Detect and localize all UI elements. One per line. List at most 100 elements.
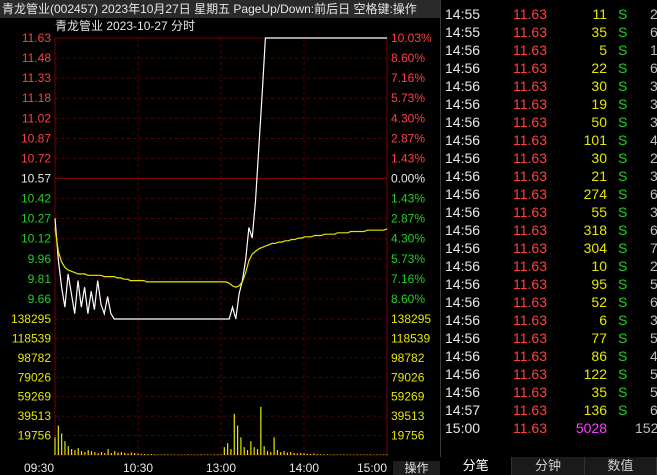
price-tick-label: 10.72	[21, 151, 51, 165]
tick-volume: 318	[583, 222, 607, 238]
vol-tick-label-right: 118539	[391, 331, 430, 345]
intraday-chart[interactable]: 青龙管业 2023-10-27 分时 11.63 10.03% 11.48 8.60% 1…	[0, 18, 440, 475]
tick-side: S	[618, 204, 628, 220]
vol-tick-label-right: 19756	[391, 429, 425, 443]
tick-time: 14:56	[445, 312, 481, 328]
price-tick-label: 11.63	[22, 31, 51, 45]
tab-caozuo[interactable]: 操作	[393, 461, 440, 475]
price-tick-label: 11.02	[22, 111, 51, 125]
tick-count: 5	[650, 384, 657, 400]
tick-volume: 5	[599, 42, 607, 58]
tick-time: 14:56	[445, 204, 481, 220]
vol-tick-label-left: 59269	[18, 390, 52, 404]
tick-volume: 55	[591, 204, 607, 220]
tick-volume: 22	[591, 60, 607, 76]
tick-price: 11.63	[513, 60, 547, 76]
tick-price: 11.63	[513, 96, 547, 112]
tick-time: 14:56	[445, 384, 481, 400]
tick-side: S	[618, 240, 628, 256]
tick-time: 14:55	[445, 24, 481, 40]
tick-time: 14:56	[445, 222, 481, 238]
tick-time: 14:56	[445, 42, 481, 58]
tick-side: S	[618, 78, 628, 94]
pct-tick-label: 4.30%	[391, 232, 425, 246]
tick-side: S	[618, 42, 628, 58]
price-tick-label: 10.27	[21, 212, 51, 226]
tick-side: S	[618, 276, 628, 292]
pct-tick-label: 1.43%	[391, 151, 425, 165]
tick-price: 11.63	[513, 168, 547, 184]
bottom-tabs: 分笔 分钟 数值	[440, 457, 657, 475]
tick-volume: 5028	[575, 420, 607, 436]
tick-time: 14:56	[445, 132, 481, 148]
tick-volume: 50	[591, 114, 607, 130]
tick-volume: 136	[583, 402, 607, 418]
tick-price: 11.63	[513, 150, 547, 166]
tick-price: 11.63	[513, 420, 547, 436]
tick-count: 2	[650, 150, 657, 166]
vol-tick-label-right: 138295	[391, 312, 431, 326]
tick-time: 14:56	[445, 186, 481, 202]
vol-tick-label-left: 19756	[18, 429, 52, 443]
tick-list: 14:55 11.63 11 S 2 14:55 11.63 35 S 6 14:56 11.63 5 S…	[440, 0, 657, 475]
tick-count: 3	[650, 204, 657, 220]
tab-fenzhong[interactable]: 分钟	[512, 457, 585, 475]
pct-tick-label: 1.43%	[391, 192, 425, 206]
tick-time: 15:00	[445, 420, 481, 436]
tab-fenbi[interactable]: 分笔	[440, 457, 513, 475]
tick-time: 14:56	[445, 366, 481, 382]
tick-side: S	[618, 312, 628, 328]
tick-time: 14:56	[445, 150, 481, 166]
tick-side: S	[618, 222, 628, 238]
tick-price: 11.63	[513, 258, 547, 274]
tick-count: 4	[650, 132, 657, 148]
tick-count: 2	[650, 6, 657, 22]
pct-tick-label: 2.87%	[391, 131, 425, 145]
tick-volume: 274	[583, 186, 607, 202]
tick-time: 14:56	[445, 78, 481, 94]
tick-volume: 35	[591, 24, 607, 40]
tick-time: 14:56	[445, 60, 481, 76]
tick-price: 11.63	[513, 6, 547, 22]
tick-count: 6	[650, 294, 657, 310]
tick-time: 14:56	[445, 168, 481, 184]
tick-time: 14:56	[445, 276, 481, 292]
tick-side: S	[618, 60, 628, 76]
vol-tick-label-right: 39513	[391, 409, 425, 423]
tick-price: 11.63	[513, 330, 547, 346]
tick-side: S	[618, 150, 628, 166]
window-titlebar: 青龙管业(002457) 2023年10月27日 星期五 PageUp/Down…	[0, 0, 440, 18]
tick-side: S	[618, 186, 628, 202]
tick-volume: 35	[591, 384, 607, 400]
pct-tick-label: 7.16%	[391, 272, 425, 286]
tick-price: 11.63	[513, 42, 547, 58]
tick-price: 11.63	[513, 366, 547, 382]
tick-volume: 21	[591, 168, 607, 184]
tab-shuju[interactable]: 数值	[585, 457, 657, 475]
tick-volume: 304	[583, 240, 607, 256]
pct-tick-label: 2.87%	[391, 212, 425, 226]
tick-volume: 95	[591, 276, 607, 292]
tick-side: S	[618, 114, 628, 130]
price-tick-label: 10.12	[21, 232, 51, 246]
tick-volume: 30	[591, 150, 607, 166]
tick-price: 11.63	[513, 294, 547, 310]
tick-volume: 11	[592, 6, 607, 22]
pct-tick-label: 5.73%	[391, 252, 425, 266]
price-tick-label: 10.57	[21, 172, 51, 186]
price-tick-label: 9.96	[28, 252, 52, 266]
vol-tick-label-left: 98782	[18, 351, 52, 365]
tick-volume: 86	[591, 348, 607, 364]
tick-price: 11.63	[513, 114, 547, 130]
tick-side: S	[618, 24, 628, 40]
tick-count: 5	[650, 366, 657, 382]
vol-tick-label-right: 98782	[391, 351, 425, 365]
tick-volume: 52	[591, 294, 607, 310]
tick-side: S	[618, 132, 628, 148]
tick-price: 11.63	[513, 24, 547, 40]
pct-tick-label: 4.30%	[391, 111, 425, 125]
tick-price: 11.63	[513, 276, 547, 292]
price-tick-label: 11.48	[22, 51, 51, 65]
tick-count: 6	[650, 60, 657, 76]
tick-price: 11.63	[513, 222, 547, 238]
